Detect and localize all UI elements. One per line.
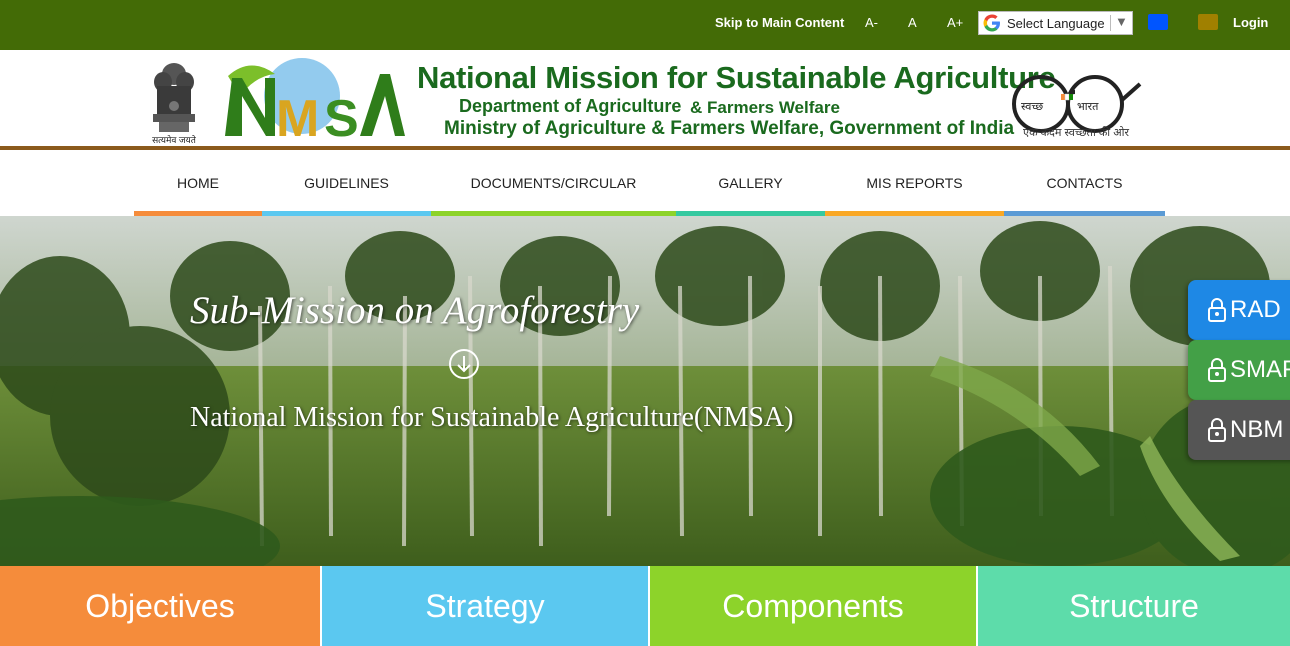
svg-text:M: M — [276, 90, 319, 146]
nav-item-documents[interactable]: DOCUMENTS/CIRCULAR — [431, 150, 676, 216]
theme-gold-swatch[interactable] — [1198, 14, 1218, 30]
tile-label: Objectives — [85, 587, 235, 624]
nav-item-home[interactable]: HOME — [134, 150, 262, 216]
side-button-label: SMAF — [1230, 356, 1290, 383]
tile-structure[interactable]: Structure — [978, 566, 1290, 646]
nav-item-mis-reports[interactable]: MIS REPORTS — [825, 150, 1004, 216]
nav-item-guidelines[interactable]: GUIDELINES — [262, 150, 431, 216]
nbm-button[interactable]: NBM — [1188, 400, 1290, 460]
skip-to-main-link[interactable]: Skip to Main Content — [715, 15, 844, 30]
department-suffix: & Farmers Welfare — [690, 98, 840, 117]
tile-objectives[interactable]: Objectives — [0, 566, 320, 646]
google-icon — [983, 14, 1000, 32]
login-link[interactable]: Login — [1233, 15, 1268, 30]
theme-blue-swatch[interactable] — [1148, 14, 1168, 30]
language-select-label: Select Language — [1007, 15, 1105, 31]
tile-components[interactable]: Components — [650, 566, 976, 646]
side-button-label: NBM — [1230, 416, 1284, 443]
font-decrease-button[interactable]: A- — [865, 15, 878, 30]
nav-item-label: HOME — [177, 175, 219, 191]
ministry-name: Ministry of Agriculture & Farmers Welfar… — [444, 118, 1015, 139]
main-nav: HOME GUIDELINES DOCUMENTS/CIRCULAR GALLE… — [0, 150, 1290, 216]
font-normal-button[interactable]: A — [908, 15, 917, 30]
swachh-caption: एक कदम स्वच्छता की ओर — [1023, 127, 1129, 139]
nav-item-label: MIS REPORTS — [866, 175, 963, 191]
top-bar: Skip to Main Content A- A A+ Select Lang… — [0, 0, 1290, 50]
nav-item-label: CONTACTS — [1046, 175, 1123, 191]
font-increase-button[interactable]: A+ — [947, 15, 963, 30]
hero-subtitle: National Mission for Sustainable Agricul… — [190, 402, 794, 433]
lock-icon — [1208, 358, 1226, 382]
nav-item-contacts[interactable]: CONTACTS — [1004, 150, 1165, 216]
lock-icon — [1208, 418, 1226, 442]
site-title: National Mission for Sustainable Agricul… — [417, 60, 1056, 95]
select-divider — [1110, 15, 1111, 31]
language-select[interactable]: Select Language ▼ — [978, 11, 1133, 35]
lock-icon — [1208, 298, 1226, 322]
svg-text:S: S — [324, 90, 359, 146]
smaf-button[interactable]: SMAF — [1188, 340, 1290, 400]
tile-label: Components — [722, 587, 904, 624]
swachh-left-text: स्वच्छ — [1021, 100, 1043, 113]
nav-item-label: DOCUMENTS/CIRCULAR — [470, 175, 637, 191]
tile-label: Strategy — [425, 587, 545, 624]
tile-strategy[interactable]: Strategy — [322, 566, 648, 646]
side-button-label: RAD — [1230, 296, 1281, 323]
nav-item-label: GALLERY — [718, 175, 783, 191]
department-name: Department of Agriculture — [459, 96, 682, 116]
rad-button[interactable]: RAD — [1188, 280, 1290, 340]
nav-item-gallery[interactable]: GALLERY — [676, 150, 825, 216]
hero-background-image — [0, 216, 1290, 566]
nmsa-logo[interactable]: M S — [220, 56, 405, 146]
emblem-caption: सत्यमेव जयते — [152, 135, 196, 145]
hero-title: Sub-Mission on Agroforestry — [190, 289, 640, 332]
tile-label: Structure — [1069, 587, 1199, 624]
hero-banner: Sub-Mission on Agroforestry National Mis… — [0, 216, 1290, 566]
dropdown-caret-icon: ▼ — [1115, 14, 1128, 29]
arrow-down-circle-icon[interactable] — [448, 348, 480, 380]
swachh-right-text: भारत — [1077, 100, 1099, 113]
nav-item-label: GUIDELINES — [304, 175, 389, 191]
